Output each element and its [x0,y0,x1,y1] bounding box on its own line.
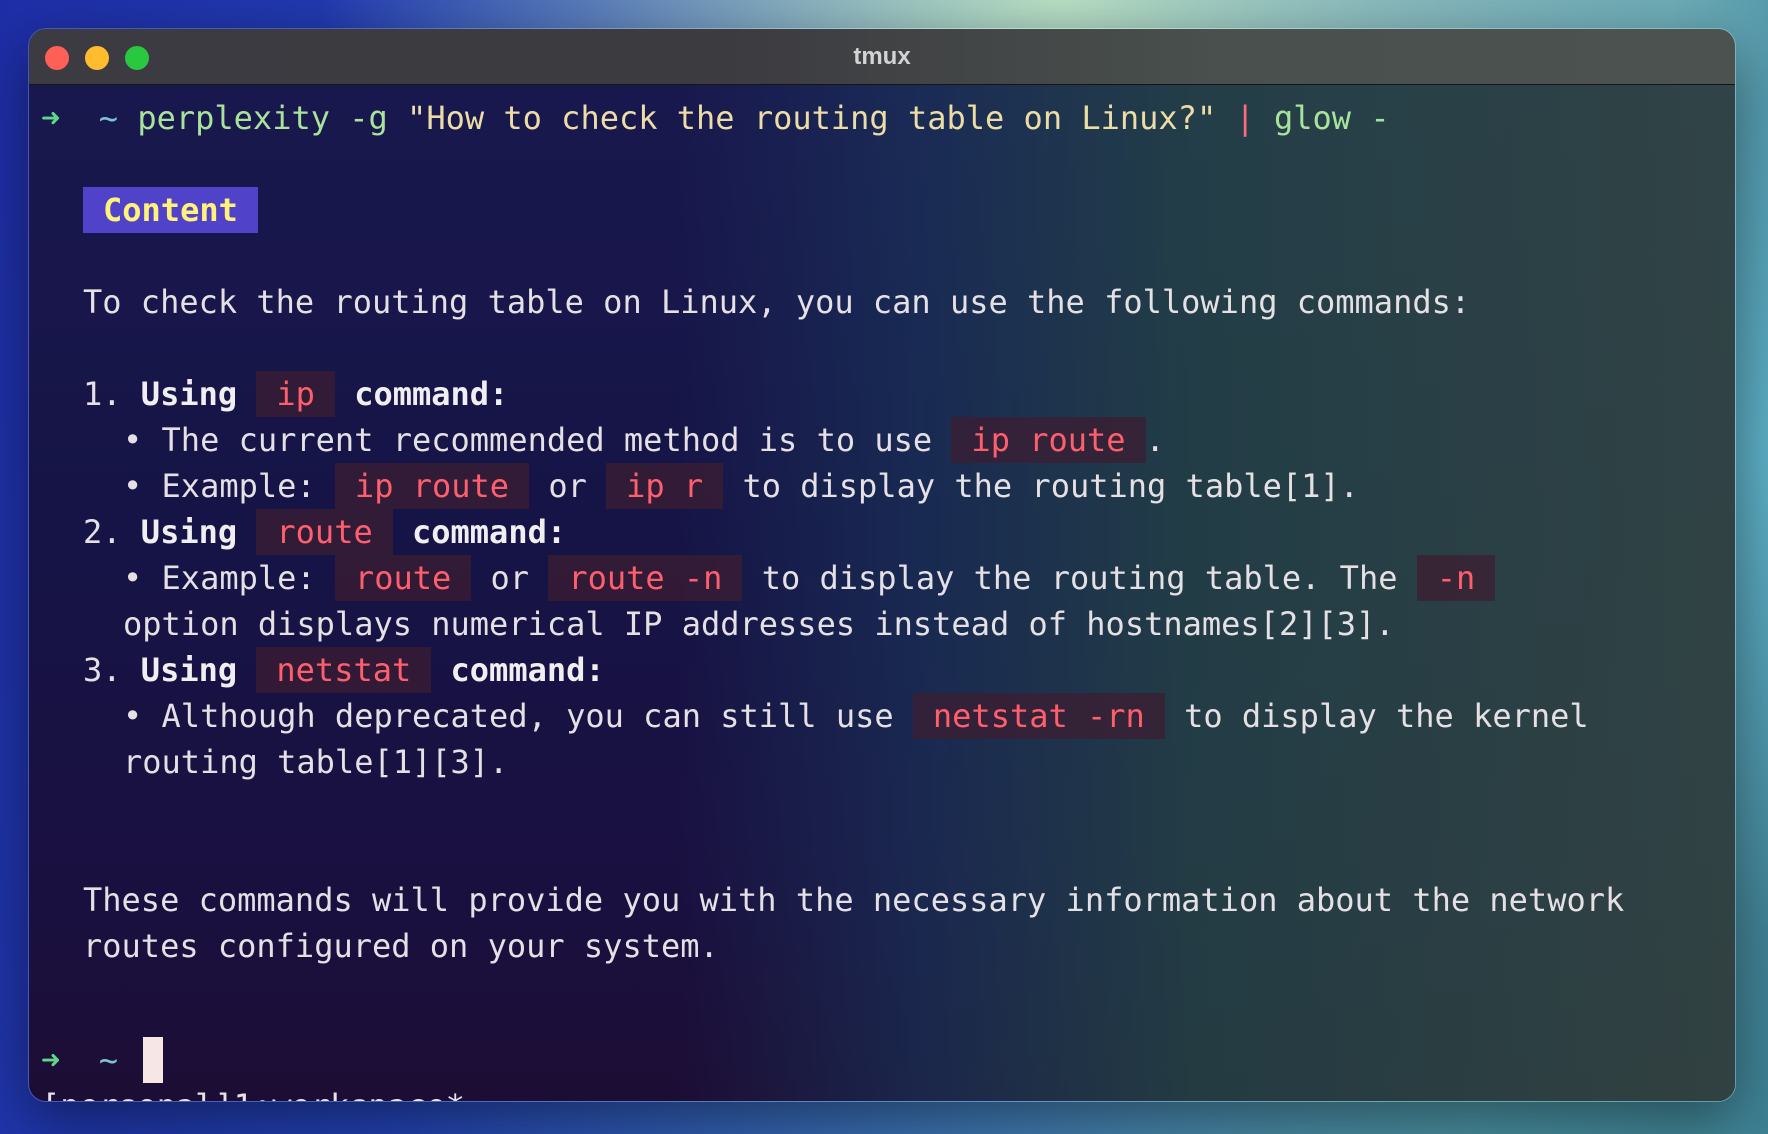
list-item: 1. Using ip command: [83,371,508,417]
bullet-text: to display the kernel [1184,697,1589,735]
summary-text: routes configured on your system. [83,927,719,965]
list-subitem: • Example: route or route -n to display … [123,555,1496,601]
tmux-status-bar[interactable]: [personal]1:workspace* [41,1083,465,1101]
text-cursor [143,1037,163,1083]
command-pipe: | [1235,99,1255,137]
code-span: ip route [951,417,1146,463]
command-pager: glow [1274,99,1352,137]
item-number: 1. [83,375,122,413]
command-program: perplexity [137,99,330,137]
window-title: tmux [853,43,911,70]
bullet-text: to display the routing table. The [761,559,1398,597]
prompt-cwd: ~ [98,1041,119,1079]
code-span: route [334,555,472,601]
item-using: Using [140,375,238,413]
list-subitem-continuation: option displays numerical IP addresses i… [123,605,1395,643]
terminal-pane[interactable]: ➜ ~ perplexity -g "How to check the rout… [29,85,1735,1101]
prompt-cwd: ~ [98,99,119,137]
summary-text: These commands will provide you with the… [83,881,1625,919]
command-query: "How to check the routing table on Linux… [407,99,1217,137]
list-subitem-continuation: routing table[1][3]. [123,743,509,781]
list-item: 2. Using route command: [83,509,566,555]
terminal-window: tmux ➜ ~ perplexity -g "How to check the… [28,28,1736,1102]
command-line: ➜ ~ perplexity -g "How to check the rout… [41,95,1390,141]
item-suffix: command: [411,513,567,551]
list-subitem: • Although deprecated, you can still use… [123,693,1589,739]
bullet-text: or [490,559,530,597]
item-using: Using [140,651,238,689]
bullet-icon: • [123,697,143,735]
code-span: route [256,509,393,555]
prompt-arrow-icon: ➜ [41,1041,61,1079]
intro-text: To check the routing table on Linux, you… [83,283,1471,321]
item-using: Using [140,513,238,551]
bullet-text: . [1145,421,1165,459]
code-span: ip route [334,463,530,509]
bullet-text: Example: [161,559,316,597]
command-pager-arg: - [1370,99,1390,137]
bullet-text: to display the routing table[1]. [742,467,1359,505]
code-span: netstat [256,647,432,693]
item-number: 3. [83,651,122,689]
list-item: 3. Using netstat command: [83,647,605,693]
content-heading: Content [83,187,258,233]
content-heading-line: Content [83,187,258,233]
code-span: route -n [548,555,743,601]
title-bar: tmux [29,29,1735,85]
bullet-icon: • [123,467,143,505]
code-span: -n [1416,555,1496,601]
item-suffix: command: [450,651,605,689]
code-span: ip r [606,463,724,509]
bullet-text: The current recommended method is to use [161,421,933,459]
bullet-icon: • [123,421,143,459]
item-suffix: command: [354,375,509,413]
prompt-arrow-icon: ➜ [41,99,61,137]
list-subitem: • The current recommended method is to u… [123,417,1165,463]
command-flag: -g [349,99,388,137]
item-number: 2. [83,513,122,551]
bullet-icon: • [123,559,143,597]
prompt-line: ➜ ~ [41,1037,118,1083]
code-span: netstat -rn [912,693,1165,739]
list-subitem: • Example: ip route or ip r to display t… [123,463,1359,509]
bullet-text: Although deprecated, you can still use [161,697,894,735]
bullet-text: or [548,467,587,505]
code-span: ip [256,371,335,417]
bullet-text: Example: [161,467,316,505]
